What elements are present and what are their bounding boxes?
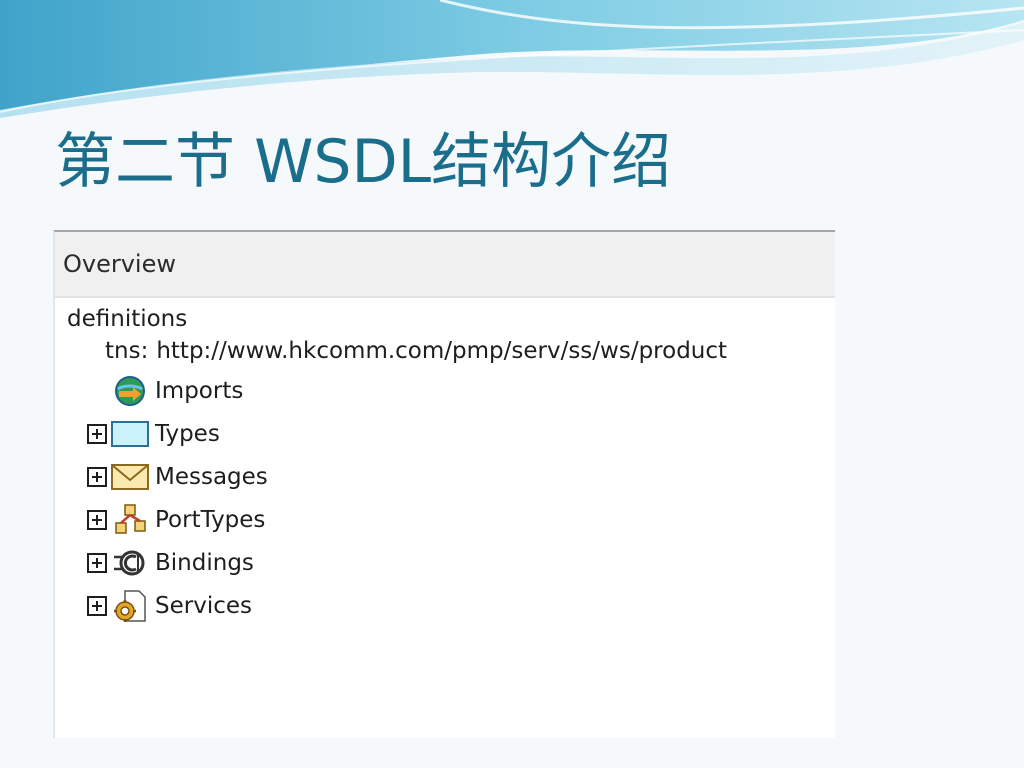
tree-node-label-porttypes: PortTypes [155, 507, 266, 533]
porttypes-icon [111, 504, 149, 536]
tree-node-imports[interactable]: Imports [87, 375, 243, 407]
tree-node-services[interactable]: Services [87, 590, 252, 622]
tree-node-bindings[interactable]: Bindings [87, 547, 254, 579]
tns-value: http://www.hkcomm.com/pmp/serv/ss/ws/pro… [156, 338, 728, 364]
tree-node-label-imports: Imports [155, 378, 244, 404]
tns-label: tns: [105, 338, 149, 364]
tree-node-label-services: Services [155, 593, 252, 619]
tree-node-porttypes[interactable]: PortTypes [87, 504, 265, 536]
wsdl-overview-panel: Overview definitions tns: http://www.hkco… [53, 230, 835, 738]
tree-node-label-bindings: Bindings [155, 550, 254, 576]
services-gear-icon [111, 590, 149, 622]
expand-toggle-porttypes[interactable] [87, 510, 107, 530]
imports-globe-icon [111, 375, 149, 407]
expand-toggle-bindings[interactable] [87, 553, 107, 573]
tree-root-definitions[interactable]: definitions [67, 306, 187, 332]
bindings-icon [111, 547, 149, 579]
types-box-icon [111, 418, 149, 450]
tns-line: tns: http://www.hkcomm.com/pmp/serv/ss/ws… [105, 338, 727, 364]
header-wave-decoration [0, 0, 1024, 118]
messages-envelope-icon [111, 461, 149, 493]
tree-node-types[interactable]: Types [87, 418, 220, 450]
expand-toggle-types[interactable] [87, 424, 107, 444]
overview-header-label: Overview [63, 250, 176, 278]
tree-node-label-types: Types [155, 421, 220, 447]
overview-header: Overview [53, 230, 835, 298]
expand-toggle-messages[interactable] [87, 467, 107, 487]
slide-title: 第二节 WSDL结构介绍 [55, 127, 672, 197]
wsdl-tree: definitions tns: http://www.hkcomm.com/pm… [53, 298, 835, 738]
tree-node-messages[interactable]: Messages [87, 461, 268, 493]
expand-toggle-services[interactable] [87, 596, 107, 616]
tree-node-label-messages: Messages [155, 464, 268, 490]
